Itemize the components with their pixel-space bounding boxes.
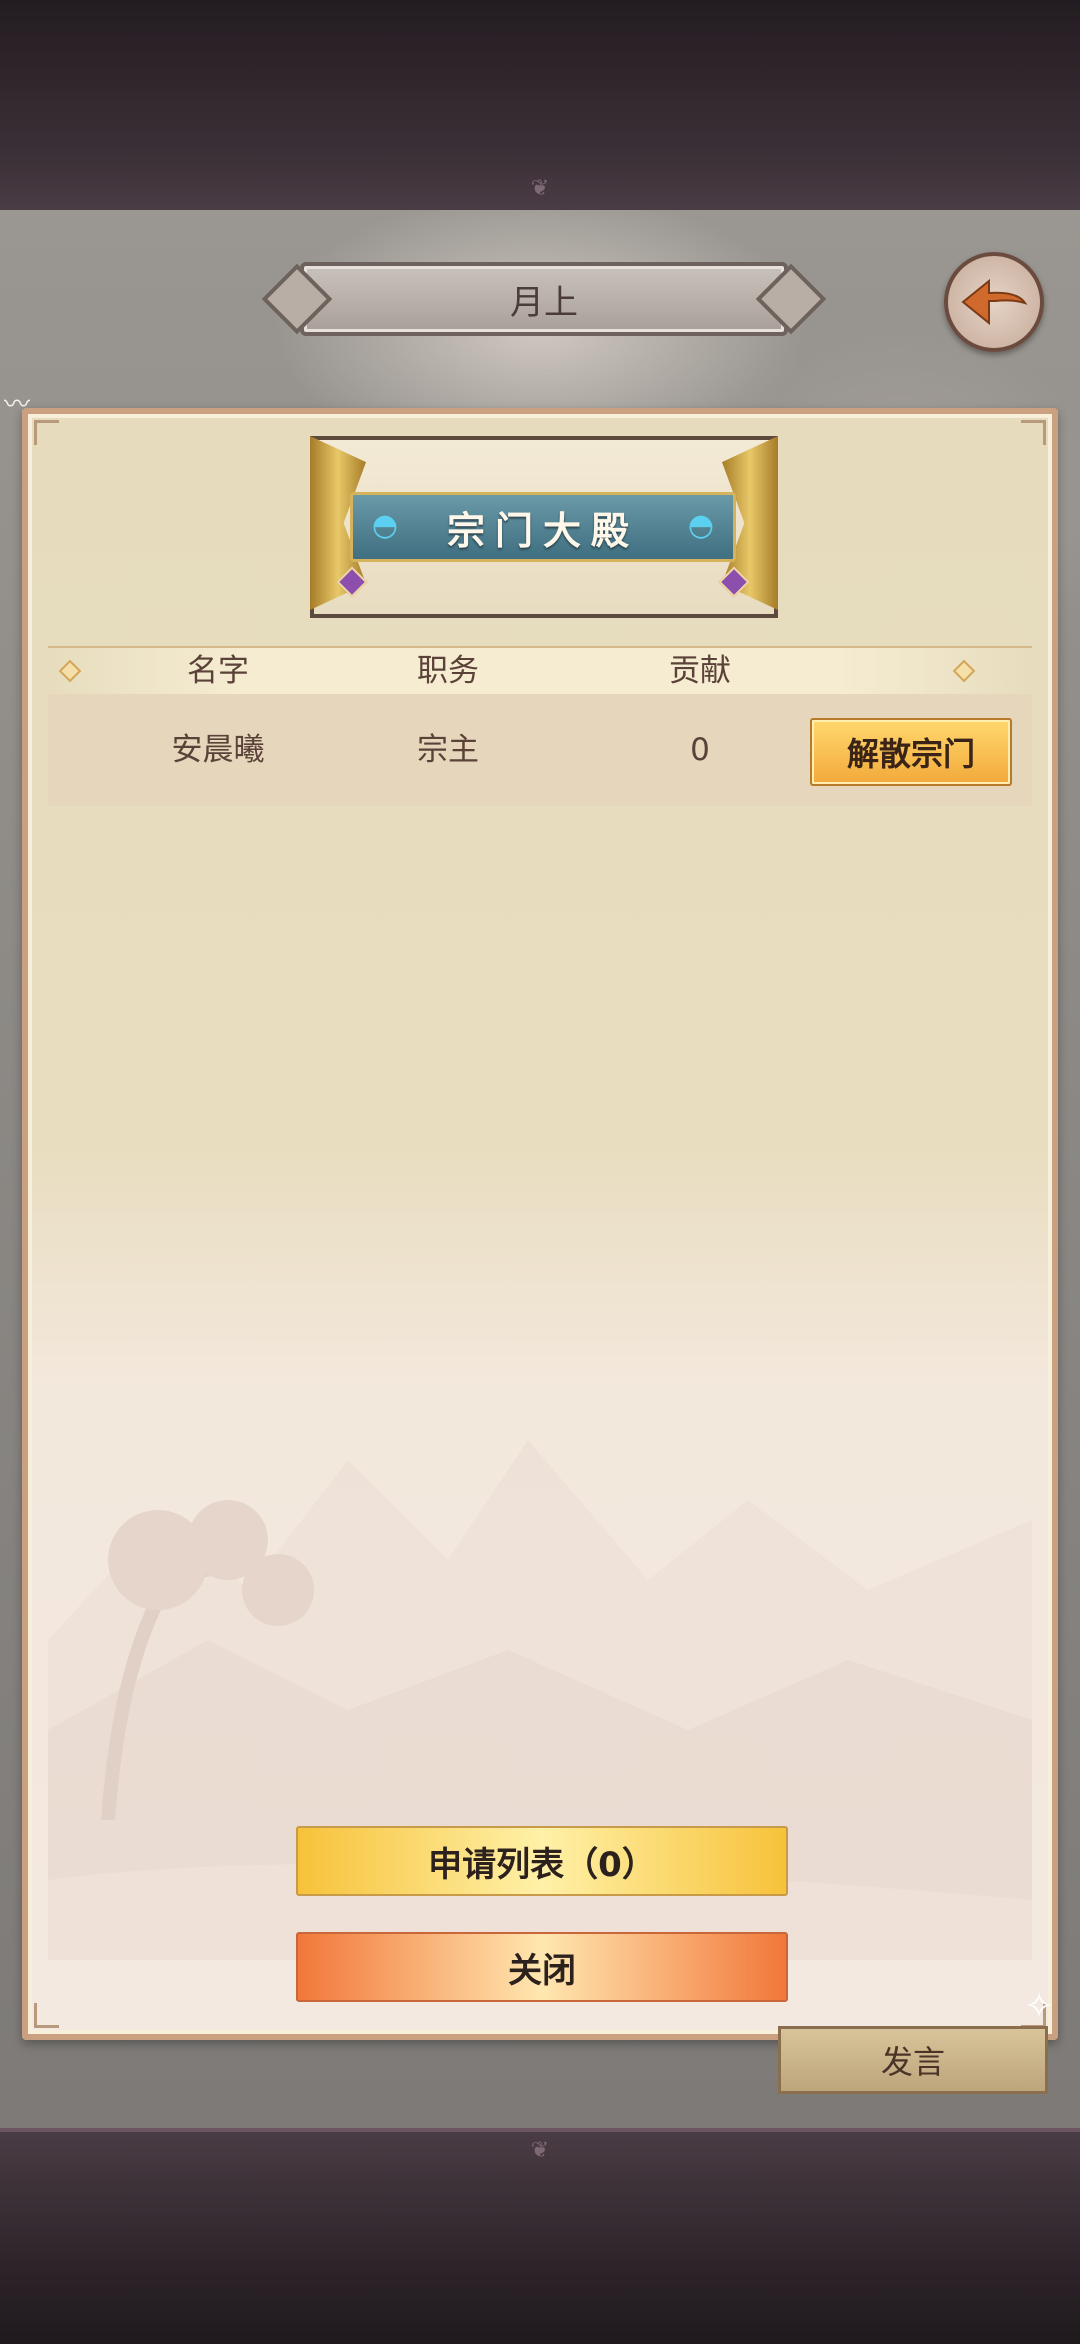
hall-banner: ◓ 宗门大殿 ◓ (310, 436, 778, 618)
page-title: 月上 (510, 282, 578, 323)
member-contribution: 0 (690, 732, 710, 768)
column-name: 名字 (187, 653, 249, 689)
back-arrow-icon (961, 278, 1028, 326)
diamond-icon (952, 659, 976, 683)
member-table-header: 名字 职务 贡献 (48, 646, 1032, 696)
fan-icon: ◓ (687, 508, 715, 543)
corner-ornament (34, 2003, 59, 2028)
column-contribution: 贡献 (669, 653, 731, 689)
diamond-icon (58, 659, 82, 683)
corner-ornament (34, 420, 59, 445)
hall-ribbon: ◓ 宗门大殿 ◓ (336, 492, 750, 598)
ornament-icon: ❦ (530, 176, 550, 201)
member-name: 安晨曦 (171, 732, 265, 768)
apply-list-button[interactable]: 申请列表（0） (296, 1826, 788, 1896)
dissolve-sect-button[interactable]: 解散宗门 (810, 718, 1012, 786)
fairy-icon: ✧ (1024, 1986, 1055, 2027)
column-position: 职务 (417, 653, 479, 689)
speak-button[interactable]: 发言 (778, 2026, 1048, 2094)
back-button[interactable] (944, 252, 1044, 352)
hall-title: 宗门大殿 (446, 508, 639, 553)
title-plate: 月上 (300, 262, 788, 336)
corner-ornament (1021, 420, 1046, 445)
fan-icon: ◓ (371, 508, 399, 543)
ornament-icon: ❦ (530, 2138, 550, 2163)
member-position: 宗主 (417, 732, 479, 768)
top-band: ❦ (0, 0, 1080, 214)
close-button[interactable]: 关闭 (296, 1932, 788, 2002)
bottom-band: ❦ (0, 2128, 1080, 2344)
